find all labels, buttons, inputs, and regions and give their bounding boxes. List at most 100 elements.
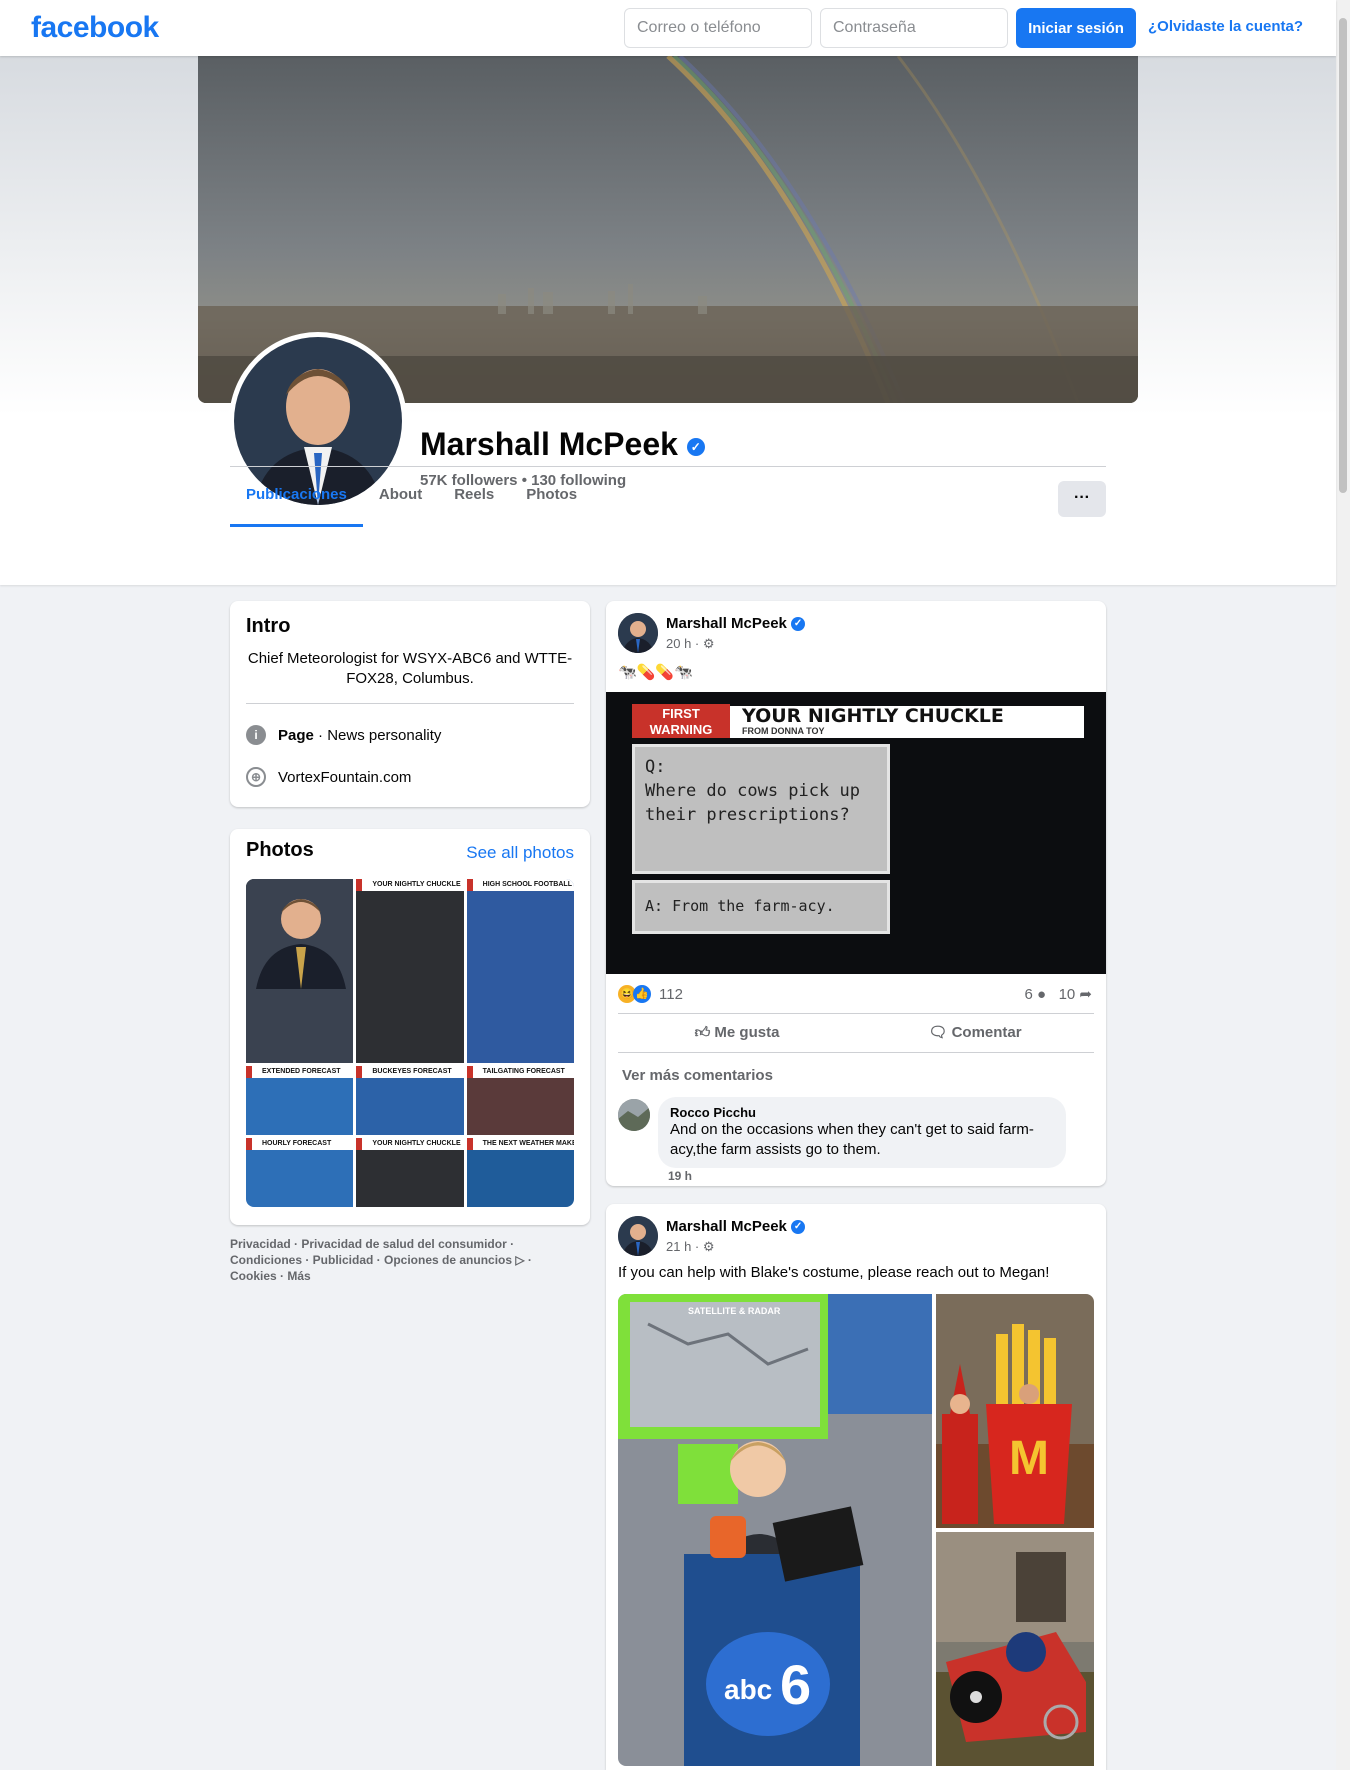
verified-badge-icon: ✓ bbox=[686, 437, 705, 456]
post-actions: 👍︎ Me gusta 🗨︎ Comentar bbox=[618, 1013, 1094, 1053]
photo-caption: EXTENDED FORECAST bbox=[246, 1066, 354, 1078]
like-label: Me gusta bbox=[714, 1024, 780, 1041]
photo-caption: BUCKEYES FORECAST bbox=[356, 1066, 464, 1078]
post-author-text[interactable]: Marshall McPeek bbox=[666, 1218, 787, 1235]
scrollbar[interactable] bbox=[1336, 0, 1350, 1770]
comment-timestamp[interactable]: 19 h bbox=[668, 1169, 692, 1183]
photo-thumbnail[interactable]: YOUR NIGHTLY CHUCKLE bbox=[356, 879, 464, 1063]
footer-links[interactable]: Privacidad · Privacidad de salud del con… bbox=[230, 1236, 570, 1284]
svg-text:6: 6 bbox=[780, 1653, 811, 1716]
see-all-photos-link[interactable]: See all photos bbox=[466, 843, 574, 863]
post-text: If you can help with Blake's costume, pl… bbox=[618, 1264, 1050, 1281]
comment-icon: ● bbox=[1036, 986, 1047, 1003]
globe-icon: ⊕ bbox=[246, 767, 266, 787]
comment-bubble-icon: 🗨︎ bbox=[928, 1024, 952, 1041]
photos-title: Photos bbox=[246, 839, 314, 861]
first-warning-badge: FIRST WARNING bbox=[632, 704, 730, 738]
comment-text: And on the occasions when they can't get… bbox=[670, 1121, 1034, 1158]
screen-label: SATELLITE & RADAR bbox=[688, 1306, 781, 1316]
intro-divider bbox=[246, 703, 574, 704]
post-author-text[interactable]: Marshall McPeek bbox=[666, 615, 787, 632]
photo-caption: YOUR NIGHTLY CHUCKLE bbox=[356, 1138, 464, 1150]
share-icon: ➦ bbox=[1079, 986, 1092, 1003]
profile-name-text: Marshall McPeek bbox=[420, 426, 678, 462]
answer-box: A: From the farm-acy. bbox=[632, 880, 890, 934]
post-timestamp[interactable]: 21 h · ⚙ bbox=[666, 1239, 715, 1255]
tab-reels[interactable]: Reels bbox=[438, 467, 510, 527]
photo-caption: TAILGATING FORECAST bbox=[466, 1066, 574, 1078]
post-photo-main[interactable]: abc 6 SATELLITE & RADAR bbox=[618, 1294, 932, 1766]
verified-badge-icon: ✓ bbox=[791, 617, 806, 632]
page-info-row: i Page · News personality bbox=[246, 725, 441, 745]
post-timestamp[interactable]: 20 h · ⚙ bbox=[666, 636, 715, 652]
password-field[interactable] bbox=[820, 8, 1008, 48]
post-text: 🐄💊💊🐄 bbox=[618, 664, 693, 681]
comment-count[interactable]: 6 bbox=[1024, 986, 1032, 1003]
post-author-name[interactable]: Marshall McPeek ✓ bbox=[666, 1218, 806, 1235]
website-row[interactable]: ⊕ VortexFountain.com bbox=[246, 767, 411, 787]
photos-card: Photos See all photos YOUR NIGHTLY CHUCK… bbox=[230, 829, 590, 1225]
post-author-name[interactable]: Marshall McPeek ✓ bbox=[666, 615, 806, 632]
login-button[interactable]: Iniciar sesión bbox=[1016, 8, 1136, 48]
photo-thumbnail[interactable]: EXTENDED FORECAST bbox=[246, 1066, 354, 1135]
photo-thumbnail[interactable]: THE NEXT WEATHER MAKE bbox=[466, 1138, 574, 1207]
photo-thumbnail[interactable]: HIGH SCHOOL FOOTBALL bbox=[466, 879, 574, 1063]
post-author-avatar[interactable] bbox=[618, 613, 658, 653]
commenter-avatar[interactable] bbox=[618, 1099, 650, 1131]
photo-thumbnail[interactable]: BUCKEYES FORECAST bbox=[356, 1066, 464, 1135]
email-field[interactable] bbox=[624, 8, 812, 48]
photo-thumbnail[interactable]: HOURLY FORECAST bbox=[246, 1138, 354, 1207]
photo-caption: HOURLY FORECAST bbox=[246, 1138, 354, 1150]
svg-text:M: M bbox=[1009, 1432, 1049, 1485]
page-label: Page bbox=[278, 726, 314, 744]
share-count[interactable]: 10 bbox=[1059, 986, 1076, 1003]
website-link[interactable]: VortexFountain.com bbox=[278, 769, 411, 786]
info-icon: i bbox=[246, 725, 266, 745]
post-image[interactable]: FIRST WARNING YOUR NIGHTLY CHUCKLE FROM … bbox=[606, 692, 1106, 974]
scrollbar-thumb[interactable] bbox=[1339, 18, 1347, 493]
photo-grid: YOUR NIGHTLY CHUCKLE HIGH SCHOOL FOOTBALL… bbox=[246, 879, 574, 1207]
like-reaction-icon: 👍 bbox=[633, 985, 651, 1003]
chuckle-title: YOUR NIGHTLY CHUCKLE bbox=[742, 705, 1004, 727]
photo-caption: THE NEXT WEATHER MAKE bbox=[466, 1138, 574, 1150]
page-category: · News personality bbox=[313, 726, 442, 744]
reaction-summary[interactable]: 😆 👍 112 bbox=[618, 985, 683, 1003]
profile-header: Marshall McPeek ✓ 57K followers • 130 fo… bbox=[0, 56, 1336, 585]
svg-text:abc: abc bbox=[724, 1674, 772, 1705]
reaction-count: 112 bbox=[659, 985, 683, 1003]
post-stats: 6 ● 10 ➦ bbox=[1024, 985, 1092, 1003]
comment-button[interactable]: 🗨︎ Comentar bbox=[856, 1014, 1094, 1052]
post-card: Marshall McPeek ✓ 20 h · ⚙ 🐄💊💊🐄 FIRST WA… bbox=[606, 601, 1106, 1186]
profile-tabs: Publicaciones About Reels Photos bbox=[230, 467, 593, 527]
forgot-account-link[interactable]: ¿Olvidaste la cuenta? bbox=[1148, 18, 1303, 35]
like-button[interactable]: 👍︎ Me gusta bbox=[618, 1014, 856, 1052]
comment-author[interactable]: Rocco Picchu bbox=[670, 1105, 1054, 1120]
more-options-button[interactable]: ··· bbox=[1058, 481, 1106, 517]
photo-thumbnail[interactable]: TAILGATING FORECAST bbox=[466, 1066, 574, 1135]
chuckle-banner: YOUR NIGHTLY CHUCKLE FROM DONNA TOY bbox=[730, 706, 1084, 738]
top-bar: facebook Iniciar sesión ¿Olvidaste la cu… bbox=[0, 0, 1336, 56]
photo-caption: YOUR NIGHTLY CHUCKLE bbox=[356, 879, 464, 891]
post-author-avatar[interactable] bbox=[618, 1216, 658, 1256]
intro-title: Intro bbox=[246, 615, 291, 637]
verified-badge-icon: ✓ bbox=[791, 1220, 806, 1235]
intro-card: Intro Chief Meteorologist for WSYX-ABC6 … bbox=[230, 601, 590, 807]
tab-photos[interactable]: Photos bbox=[510, 467, 593, 527]
comment-bubble: Rocco Picchu And on the occasions when t… bbox=[658, 1097, 1066, 1168]
intro-bio: Chief Meteorologist for WSYX-ABC6 and WT… bbox=[247, 650, 573, 687]
chuckle-subtitle: FROM DONNA TOY bbox=[742, 726, 825, 736]
post-photo-fries[interactable]: M bbox=[936, 1294, 1094, 1528]
photo-caption: HIGH SCHOOL FOOTBALL bbox=[466, 879, 574, 891]
facebook-logo[interactable]: facebook bbox=[31, 11, 159, 45]
comment-label: Comentar bbox=[951, 1024, 1022, 1041]
photo-thumbnail[interactable]: YOUR NIGHTLY CHUCKLE bbox=[356, 1138, 464, 1207]
post-photo-car[interactable] bbox=[936, 1532, 1094, 1766]
tab-about[interactable]: About bbox=[363, 467, 438, 527]
more-comments-link[interactable]: Ver más comentarios bbox=[622, 1067, 773, 1084]
question-box: Q: Where do cows pick up their prescript… bbox=[632, 744, 890, 874]
profile-name: Marshall McPeek ✓ bbox=[420, 426, 705, 463]
post-card: Marshall McPeek ✓ 21 h · ⚙ If you can he… bbox=[606, 1204, 1106, 1770]
thumbs-up-icon: 👍︎ bbox=[694, 1024, 715, 1041]
photo-thumbnail[interactable] bbox=[246, 879, 354, 1063]
tab-publicaciones[interactable]: Publicaciones bbox=[230, 467, 363, 527]
